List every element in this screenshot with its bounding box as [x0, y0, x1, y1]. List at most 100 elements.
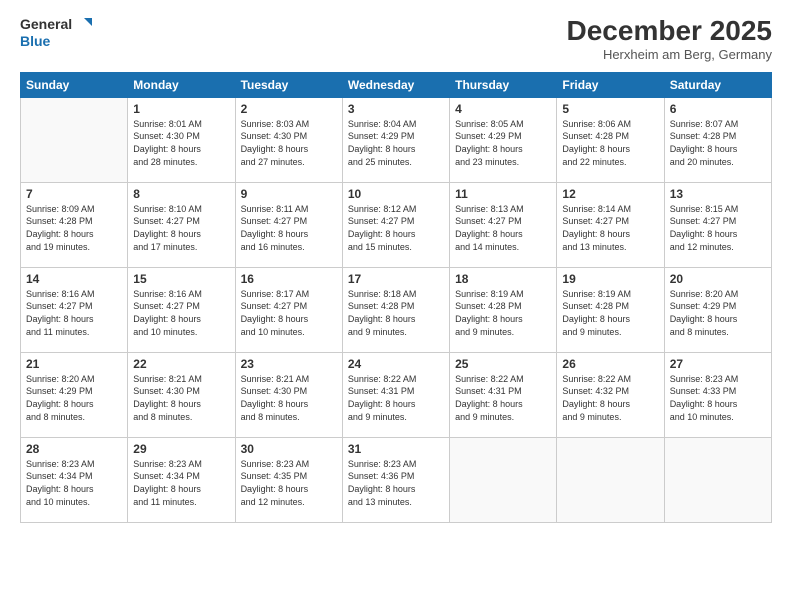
day-info: Sunrise: 8:13 AMSunset: 4:27 PMDaylight:…: [455, 203, 551, 253]
week-row-3: 21 Sunrise: 8:20 AMSunset: 4:29 PMDayligh…: [21, 352, 772, 437]
day-number: 29: [133, 442, 229, 456]
calendar-cell-w1-d1: 8 Sunrise: 8:10 AMSunset: 4:27 PMDaylight…: [128, 182, 235, 267]
day-number: 8: [133, 187, 229, 201]
day-number: 5: [562, 102, 658, 116]
month-title: December 2025: [567, 16, 772, 47]
week-row-4: 28 Sunrise: 8:23 AMSunset: 4:34 PMDayligh…: [21, 437, 772, 522]
logo-blue: Blue: [20, 34, 92, 49]
day-info: Sunrise: 8:22 AMSunset: 4:31 PMDaylight:…: [455, 373, 551, 423]
calendar-cell-w3-d1: 22 Sunrise: 8:21 AMSunset: 4:30 PMDayligh…: [128, 352, 235, 437]
calendar-cell-w2-d1: 15Sunrise: 8:16 AMSunset: 4:27 PMDayligh…: [128, 267, 235, 352]
calendar-cell-w2-d2: 16 Sunrise: 8:17 AMSunset: 4:27 PMDayligh…: [235, 267, 342, 352]
day-number: 22: [133, 357, 229, 371]
calendar-cell-w1-d4: 11Sunrise: 8:13 AMSunset: 4:27 PMDayligh…: [450, 182, 557, 267]
day-info: Sunrise: 8:07 AMSunset: 4:28 PMDaylight:…: [670, 118, 766, 168]
day-number: 21: [26, 357, 122, 371]
day-info: Sunrise: 8:16 AMSunset: 4:27 PMDaylight:…: [26, 288, 122, 338]
week-row-0: 1Sunrise: 8:01 AMSunset: 4:30 PMDaylight…: [21, 97, 772, 182]
day-info: Sunrise: 8:22 AMSunset: 4:31 PMDaylight:…: [348, 373, 444, 423]
title-block: December 2025 Herxheim am Berg, Germany: [567, 16, 772, 62]
day-number: 20: [670, 272, 766, 286]
calendar-cell-w2-d4: 18Sunrise: 8:19 AMSunset: 4:28 PMDayligh…: [450, 267, 557, 352]
day-info: Sunrise: 8:20 AMSunset: 4:29 PMDaylight:…: [670, 288, 766, 338]
day-number: 14: [26, 272, 122, 286]
weekday-header-monday: Monday: [128, 72, 235, 97]
calendar-cell-w2-d3: 17 Sunrise: 8:18 AMSunset: 4:28 PMDayligh…: [342, 267, 449, 352]
logo-general: General: [20, 17, 72, 32]
day-number: 3: [348, 102, 444, 116]
day-info: Sunrise: 8:23 AMSunset: 4:34 PMDaylight:…: [26, 458, 122, 508]
day-info: Sunrise: 8:17 AMSunset: 4:27 PMDaylight:…: [241, 288, 337, 338]
weekday-header-row: SundayMondayTuesdayWednesdayThursdayFrid…: [21, 72, 772, 97]
logo-bird-icon: [74, 16, 92, 34]
day-info: Sunrise: 8:18 AMSunset: 4:28 PMDaylight:…: [348, 288, 444, 338]
calendar-cell-w0-d2: 2Sunrise: 8:03 AMSunset: 4:30 PMDaylight…: [235, 97, 342, 182]
day-number: 9: [241, 187, 337, 201]
day-number: 30: [241, 442, 337, 456]
calendar-cell-w0-d4: 4Sunrise: 8:05 AMSunset: 4:29 PMDaylight…: [450, 97, 557, 182]
day-info: Sunrise: 8:23 AMSunset: 4:35 PMDaylight:…: [241, 458, 337, 508]
day-number: 6: [670, 102, 766, 116]
day-info: Sunrise: 8:21 AMSunset: 4:30 PMDaylight:…: [133, 373, 229, 423]
calendar-cell-w0-d1: 1Sunrise: 8:01 AMSunset: 4:30 PMDaylight…: [128, 97, 235, 182]
calendar-cell-w4-d2: 30 Sunrise: 8:23 AMSunset: 4:35 PMDayligh…: [235, 437, 342, 522]
day-info: Sunrise: 8:16 AMSunset: 4:27 PMDaylight:…: [133, 288, 229, 338]
day-number: 25: [455, 357, 551, 371]
calendar-cell-w3-d3: 24 Sunrise: 8:22 AMSunset: 4:31 PMDayligh…: [342, 352, 449, 437]
calendar-cell-w3-d4: 25 Sunrise: 8:22 AMSunset: 4:31 PMDayligh…: [450, 352, 557, 437]
day-number: 17: [348, 272, 444, 286]
weekday-header-thursday: Thursday: [450, 72, 557, 97]
day-number: 18: [455, 272, 551, 286]
calendar-cell-w1-d2: 9 Sunrise: 8:11 AMSunset: 4:27 PMDaylight…: [235, 182, 342, 267]
weekday-header-saturday: Saturday: [664, 72, 771, 97]
calendar-cell-w4-d3: 31Sunrise: 8:23 AMSunset: 4:36 PMDayligh…: [342, 437, 449, 522]
calendar-cell-w4-d1: 29 Sunrise: 8:23 AMSunset: 4:34 PMDayligh…: [128, 437, 235, 522]
day-number: 27: [670, 357, 766, 371]
calendar-cell-w0-d3: 3 Sunrise: 8:04 AMSunset: 4:29 PMDaylight…: [342, 97, 449, 182]
calendar-cell-w4-d5: [557, 437, 664, 522]
weekday-header-sunday: Sunday: [21, 72, 128, 97]
logo: General Blue: [20, 16, 92, 49]
calendar-cell-w0-d6: 6 Sunrise: 8:07 AMSunset: 4:28 PMDaylight…: [664, 97, 771, 182]
page: General Blue December 2025 Herxheim am B…: [0, 0, 792, 612]
day-info: Sunrise: 8:12 AMSunset: 4:27 PMDaylight:…: [348, 203, 444, 253]
day-number: 24: [348, 357, 444, 371]
calendar-cell-w2-d6: 20 Sunrise: 8:20 AMSunset: 4:29 PMDayligh…: [664, 267, 771, 352]
calendar-cell-w1-d3: 10 Sunrise: 8:12 AMSunset: 4:27 PMDayligh…: [342, 182, 449, 267]
day-info: Sunrise: 8:03 AMSunset: 4:30 PMDaylight:…: [241, 118, 337, 168]
calendar-cell-w4-d0: 28 Sunrise: 8:23 AMSunset: 4:34 PMDayligh…: [21, 437, 128, 522]
weekday-header-tuesday: Tuesday: [235, 72, 342, 97]
day-number: 1: [133, 102, 229, 116]
day-info: Sunrise: 8:23 AMSunset: 4:34 PMDaylight:…: [133, 458, 229, 508]
day-number: 7: [26, 187, 122, 201]
calendar-cell-w3-d0: 21 Sunrise: 8:20 AMSunset: 4:29 PMDayligh…: [21, 352, 128, 437]
day-number: 10: [348, 187, 444, 201]
day-info: Sunrise: 8:19 AMSunset: 4:28 PMDaylight:…: [562, 288, 658, 338]
day-info: Sunrise: 8:04 AMSunset: 4:29 PMDaylight:…: [348, 118, 444, 168]
day-info: Sunrise: 8:14 AMSunset: 4:27 PMDaylight:…: [562, 203, 658, 253]
day-number: 12: [562, 187, 658, 201]
calendar: SundayMondayTuesdayWednesdayThursdayFrid…: [20, 72, 772, 523]
weekday-header-friday: Friday: [557, 72, 664, 97]
day-info: Sunrise: 8:15 AMSunset: 4:27 PMDaylight:…: [670, 203, 766, 253]
day-info: Sunrise: 8:10 AMSunset: 4:27 PMDaylight:…: [133, 203, 229, 253]
calendar-cell-w1-d5: 12 Sunrise: 8:14 AMSunset: 4:27 PMDayligh…: [557, 182, 664, 267]
day-number: 31: [348, 442, 444, 456]
day-number: 16: [241, 272, 337, 286]
calendar-cell-w1-d6: 13 Sunrise: 8:15 AMSunset: 4:27 PMDayligh…: [664, 182, 771, 267]
day-info: Sunrise: 8:22 AMSunset: 4:32 PMDaylight:…: [562, 373, 658, 423]
day-info: Sunrise: 8:11 AMSunset: 4:27 PMDaylight:…: [241, 203, 337, 253]
calendar-cell-w3-d2: 23Sunrise: 8:21 AMSunset: 4:30 PMDayligh…: [235, 352, 342, 437]
calendar-cell-w3-d6: 27Sunrise: 8:23 AMSunset: 4:33 PMDayligh…: [664, 352, 771, 437]
calendar-cell-w3-d5: 26 Sunrise: 8:22 AMSunset: 4:32 PMDayligh…: [557, 352, 664, 437]
day-number: 26: [562, 357, 658, 371]
calendar-cell-w4-d4: [450, 437, 557, 522]
calendar-cell-w0-d0: [21, 97, 128, 182]
calendar-cell-w4-d6: [664, 437, 771, 522]
day-info: Sunrise: 8:20 AMSunset: 4:29 PMDaylight:…: [26, 373, 122, 423]
day-number: 28: [26, 442, 122, 456]
day-number: 13: [670, 187, 766, 201]
location: Herxheim am Berg, Germany: [567, 47, 772, 62]
day-info: Sunrise: 8:09 AMSunset: 4:28 PMDaylight:…: [26, 203, 122, 253]
day-info: Sunrise: 8:05 AMSunset: 4:29 PMDaylight:…: [455, 118, 551, 168]
